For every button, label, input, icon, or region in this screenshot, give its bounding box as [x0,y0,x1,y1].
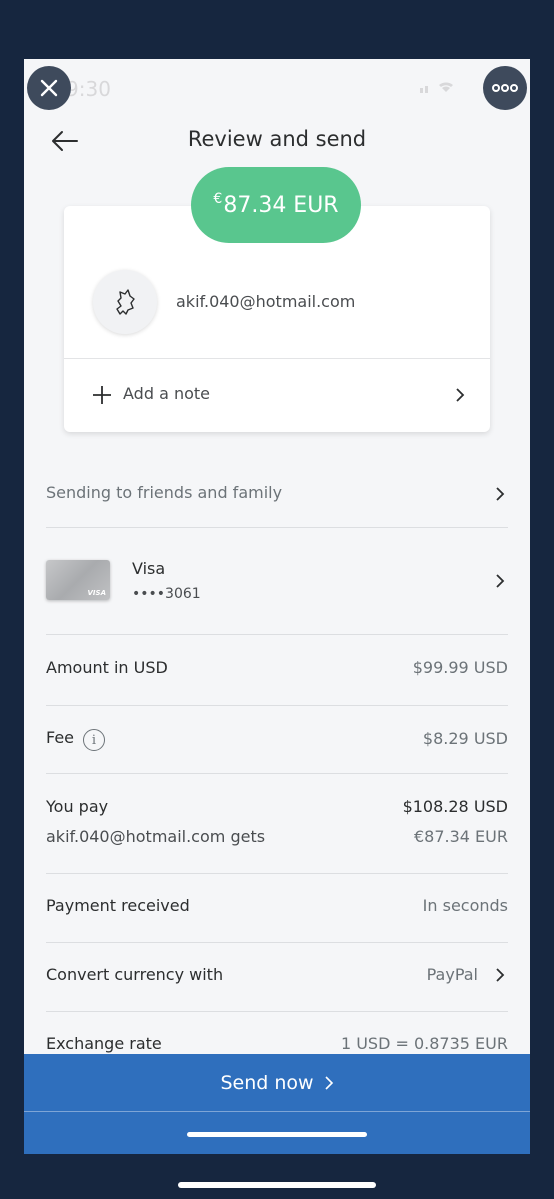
amount-usd-label: Amount in USD [46,658,168,677]
avatar-icon [116,289,135,315]
status-icons [420,82,453,93]
chevron-right-icon [496,487,505,501]
amount-usd-row: Amount in USD $99.99 USD [46,635,508,706]
card-brand: VISA [87,589,106,597]
info-icon[interactable]: i [83,729,105,751]
amount-value: 87.34 EUR [223,192,339,218]
exchange-rate-value: 1 USD = 0.8735 EUR [340,1034,508,1053]
chevron-right-icon [456,388,465,402]
amount-currency-symbol: € [213,191,223,207]
chevron-right-icon [324,1075,333,1090]
card-image: VISA [46,560,110,600]
recipient-email: akif.040@hotmail.com [176,292,356,311]
amount-usd-value: $99.99 USD [412,658,508,677]
chevron-right-icon [496,968,505,982]
send-now-label: Send now [220,1071,314,1094]
payment-received-label: Payment received [46,896,190,915]
recipient-gets-label: akif.040@hotmail.com gets [46,827,266,846]
more-icon [492,84,518,92]
convert-currency-row[interactable]: Convert currency with PayPal [46,943,508,1012]
chevron-right-icon [496,574,505,588]
avatar [93,270,157,334]
home-indicator[interactable] [187,1132,367,1137]
card-name: Visa [132,559,166,578]
fee-label: Fee [46,728,75,747]
payment-received-value: In seconds [422,896,508,915]
payment-details: Sending to friends and family VISA Visa … [46,461,508,1072]
send-bar: Send now [24,1054,530,1154]
header: Review and send [24,117,530,169]
device-home-indicator[interactable] [178,1182,376,1188]
payment-method-row[interactable]: VISA Visa ••••3061 [46,528,508,635]
sending-to-row[interactable]: Sending to friends and family [46,461,508,528]
add-note-label: Add a note [123,384,210,403]
app-screen: 9:30 Review and send € 87.34 EUR akif.04… [24,59,530,1154]
sending-to-label: Sending to friends and family [46,483,283,502]
payment-received-row: Payment received In seconds [46,874,508,943]
you-pay-row: You pay $108.28 USD akif.040@hotmail.com… [46,774,508,874]
fee-row: Fee i $8.29 USD [46,706,508,774]
page-title: Review and send [187,127,367,151]
more-button[interactable] [483,66,527,110]
card-number: ••••3061 [132,586,201,602]
convert-currency-label: Convert currency with [46,965,224,984]
send-now-button[interactable]: Send now [24,1054,530,1112]
you-pay-value: $108.28 USD [402,797,508,816]
you-pay-label: You pay [46,797,109,816]
plus-icon [93,386,111,404]
convert-currency-value: PayPal [426,965,478,984]
exchange-rate-label: Exchange rate [46,1034,162,1053]
recipient-gets-value: €87.34 EUR [413,827,508,846]
add-note-row[interactable]: Add a note [64,359,490,432]
close-icon [40,79,58,97]
status-time: 9:30 [66,77,111,101]
close-button[interactable] [27,66,71,110]
fee-value: $8.29 USD [422,729,508,748]
amount-pill: € 87.34 EUR [191,167,361,243]
